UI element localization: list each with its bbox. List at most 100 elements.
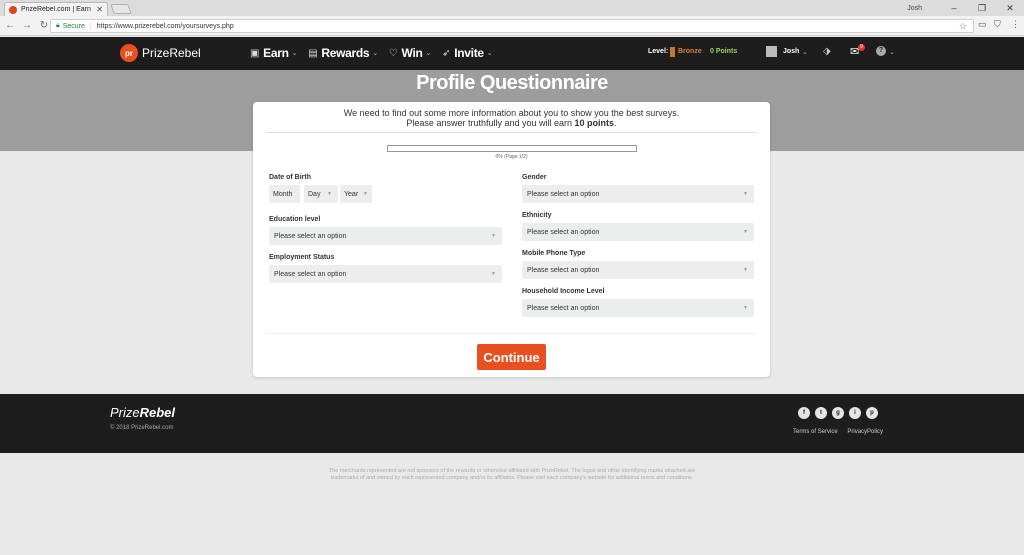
questionnaire-card: We need to find out some more informatio… — [253, 102, 770, 377]
intro-line-1: We need to find out some more informatio… — [343, 108, 680, 118]
tab-title: PrizeRebel.com | Earn Pa — [21, 6, 93, 13]
nav-rewards-label: Rewards — [321, 46, 370, 60]
divider — [266, 333, 757, 334]
dob-month-select[interactable]: Month — [269, 185, 300, 203]
chevron-down-icon: ⌄ — [425, 50, 432, 57]
chevron-down-icon: ▼ — [491, 271, 496, 277]
footer-logo-prefix: Prize — [110, 405, 140, 420]
restore-icon[interactable]: ❐ — [968, 3, 996, 14]
minimize-icon[interactable]: – — [940, 3, 968, 13]
browser-tab[interactable]: PrizeRebel.com | Earn Pa ✕ — [4, 2, 108, 16]
tag-icon[interactable]: ⬗ — [823, 46, 831, 57]
facebook-icon[interactable]: f — [798, 407, 810, 419]
chevron-down-icon: ▼ — [743, 305, 748, 311]
site-header: pr PrizeRebel ▣ Earn ⌄ ▤ Rewards ⌄ ♡ Win… — [0, 37, 1024, 70]
employment-select[interactable]: Please select an option ▼ — [269, 265, 502, 283]
chevron-down-icon: ⌄ — [291, 50, 298, 57]
menu-kebab-icon[interactable]: ⋮ — [1011, 19, 1020, 30]
chevron-down-icon: ▼ — [743, 229, 748, 235]
employment-value: Please select an option — [274, 270, 347, 278]
window-profile-name[interactable]: Josh — [907, 5, 922, 12]
twitter-icon[interactable]: t — [815, 407, 827, 419]
nav-win-label: Win — [401, 46, 423, 60]
level-label: Level: — [648, 48, 669, 55]
points-balance: 0 Points — [710, 48, 738, 55]
intro-line-2: Please answer truthfully and you will ea… — [253, 118, 770, 128]
nav-win[interactable]: ♡ Win ⌄ — [389, 46, 432, 60]
gift-icon: ▤ — [308, 47, 318, 59]
gender-select[interactable]: Please select an option ▼ — [522, 185, 754, 203]
chevron-down-icon[interactable]: ⌄ — [889, 48, 895, 56]
intro-text: We need to find out some more informatio… — [253, 108, 770, 128]
google-plus-icon[interactable]: g — [832, 407, 844, 419]
income-value: Please select an option — [527, 304, 600, 312]
divider — [266, 132, 757, 133]
education-select[interactable]: Please select an option ▼ — [269, 227, 502, 245]
dob-year-value: Year — [344, 190, 359, 198]
tab-close-icon[interactable]: ✕ — [96, 5, 103, 14]
income-select[interactable]: Please select an option ▼ — [522, 299, 754, 317]
bronze-medal-icon — [670, 47, 675, 57]
instagram-icon[interactable]: i — [849, 407, 861, 419]
chevron-down-icon[interactable]: ⌄ — [802, 48, 808, 56]
extension-shield-icon[interactable]: ⛉ — [994, 19, 1001, 30]
terms-link[interactable]: Terms of Service — [793, 429, 838, 435]
nav-earn[interactable]: ▣ Earn ⌄ — [250, 46, 297, 60]
url-separator: | — [89, 22, 92, 30]
phone-type-select[interactable]: Please select an option ▼ — [522, 261, 754, 279]
dob-day-select[interactable]: Day ▼ — [304, 185, 338, 203]
nav-rewards[interactable]: ▤ Rewards ⌄ — [308, 46, 378, 60]
window-controls: Josh – ❐ ✕ — [907, 0, 1024, 16]
gender-label: Gender — [522, 174, 547, 181]
help-icon[interactable]: ? — [876, 46, 886, 56]
gender-value: Please select an option — [527, 190, 600, 198]
cast-icon[interactable]: ▭ — [978, 19, 987, 30]
forward-icon[interactable]: → — [20, 20, 34, 31]
education-value: Please select an option — [274, 232, 347, 240]
nav-invite[interactable]: ➶ Invite ⌄ — [442, 46, 492, 60]
phone-type-value: Please select an option — [527, 266, 600, 274]
chevron-down-icon: ▼ — [327, 191, 332, 197]
ethnicity-select[interactable]: Please select an option ▼ — [522, 223, 754, 241]
intro-line-2-prefix: Please answer truthfully and you will ea… — [406, 118, 573, 128]
logo-badge: pr — [120, 44, 138, 62]
new-tab-button[interactable] — [110, 4, 132, 14]
window-close-icon[interactable]: ✕ — [996, 3, 1024, 14]
progress-label: 0% (Page 1/2) — [495, 154, 528, 160]
chevron-down-icon: ▼ — [743, 191, 748, 197]
back-icon[interactable]: ← — [3, 20, 17, 31]
progress-bar — [387, 145, 637, 152]
pinterest-icon[interactable]: p — [866, 407, 878, 419]
intro-points: 10 points — [574, 118, 615, 128]
chevron-down-icon: ▼ — [363, 191, 368, 197]
ethnicity-label: Ethnicity — [522, 212, 552, 219]
continue-button[interactable]: Continue — [477, 344, 546, 370]
dob-month-value: Month — [273, 190, 293, 198]
logo-text: PrizeRebel — [142, 46, 201, 60]
url-text: https://www.prizerebel.com/yoursurveys.p… — [96, 22, 234, 30]
employment-label: Employment Status — [269, 254, 335, 261]
site-logo[interactable]: pr PrizeRebel — [120, 44, 201, 62]
site-footer: PrizeRebel © 2018 PrizeRebel.com f t g i… — [0, 394, 1024, 453]
browser-tab-bar: PrizeRebel.com | Earn Pa ✕ Josh – ❐ ✕ — [0, 0, 1024, 16]
ethnicity-value: Please select an option — [527, 228, 600, 236]
copyright: © 2018 PrizeRebel.com — [110, 425, 174, 431]
nav-earn-label: Earn — [263, 46, 289, 60]
dob-year-select[interactable]: Year ▼ — [340, 185, 372, 203]
nav-invite-label: Invite — [454, 46, 484, 60]
reload-icon[interactable]: ↻ — [37, 20, 51, 31]
wallet-icon: ▣ — [250, 47, 260, 59]
dob-day-value: Day — [308, 190, 321, 198]
username[interactable]: Josh — [783, 48, 799, 55]
social-links: f t g i p — [798, 407, 883, 419]
footer-logo-bold: Rebel — [139, 405, 176, 420]
avatar[interactable] — [766, 46, 777, 57]
url-input[interactable]: 🔒︎ Secure | https://www.prizerebel.com/y… — [50, 19, 974, 33]
intro-suffix: . — [614, 118, 617, 128]
bookmark-star-icon[interactable]: ☆ — [959, 21, 967, 32]
favicon-icon — [9, 5, 17, 14]
footer-logo[interactable]: PrizeRebel — [110, 405, 175, 420]
privacy-link[interactable]: PrivacyPolicy — [847, 429, 883, 435]
mail-count-badge: 9 — [858, 44, 865, 51]
level-value: Bronze — [678, 48, 702, 55]
